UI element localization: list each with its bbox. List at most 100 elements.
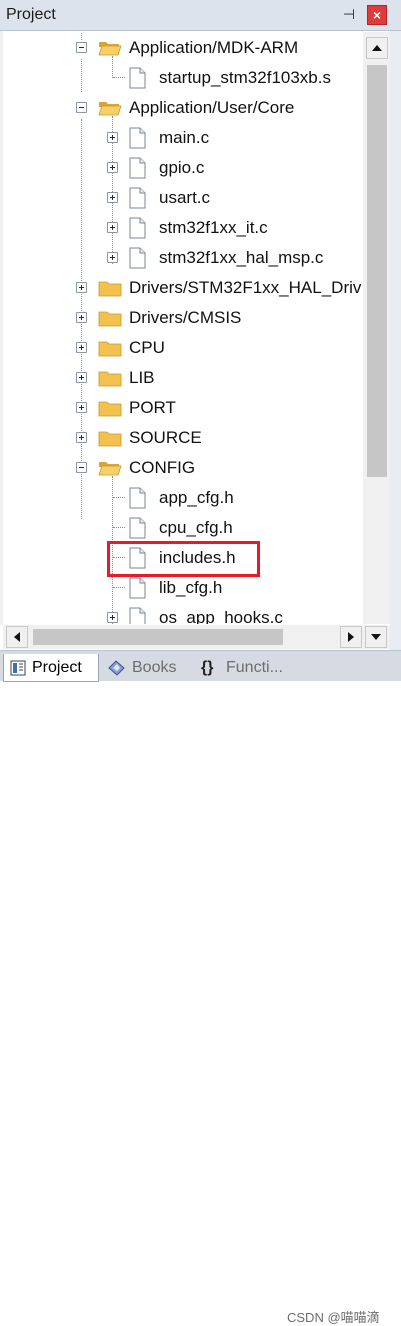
tree-item-label: Drivers/CMSIS: [129, 308, 242, 327]
tree-file-lib-cfg-h[interactable]: lib_cfg.h: [3, 573, 363, 603]
tab-label: Project: [32, 659, 82, 676]
expand-toggle-icon[interactable]: [76, 312, 87, 323]
watermark: CSDN @喵喵滴: [287, 1310, 380, 1325]
expand-toggle-icon[interactable]: [107, 162, 118, 173]
tree-folder-port[interactable]: PORT: [3, 393, 363, 423]
arrow-up-icon: [372, 45, 382, 51]
books-tab-icon: [108, 660, 125, 676]
expand-toggle-icon[interactable]: [107, 612, 118, 623]
tab-project[interactable]: Project: [3, 654, 99, 682]
tree-file-main-c[interactable]: main.c: [3, 123, 363, 153]
folder-open-icon: [98, 42, 122, 56]
vertical-scrollbar[interactable]: [363, 32, 390, 647]
project-tab-icon: [10, 660, 26, 676]
folder-open-icon: [98, 102, 122, 116]
scroll-down-button[interactable]: [365, 626, 387, 648]
scroll-right-button[interactable]: [340, 626, 362, 648]
scrollbar-thumb[interactable]: [367, 65, 387, 477]
tree-item-label: lib_cfg.h: [159, 578, 223, 597]
tree-file-cpu-cfg-h[interactable]: cpu_cfg.h: [3, 513, 363, 543]
folder-open-icon: [98, 462, 122, 476]
file-icon: [129, 157, 146, 179]
tree-item-label: stm32f1xx_hal_msp.c: [159, 248, 324, 267]
tree-folder-application-mdk-arm[interactable]: Application/MDK-ARM: [3, 33, 363, 63]
tree-item-label: stm32f1xx_it.c: [159, 218, 268, 237]
tree-file-gpio-c[interactable]: gpio.c: [3, 153, 363, 183]
arrow-right-icon: [348, 632, 354, 642]
panel-title: Project: [6, 6, 56, 23]
file-icon: [129, 187, 146, 209]
tab-functions[interactable]: {} Functi...: [196, 654, 286, 682]
tree-file-startup[interactable]: startup_stm32f103xb.s: [3, 63, 363, 93]
tree-folder-drivers-hal[interactable]: Drivers/STM32F1xx_HAL_Driv: [3, 273, 363, 303]
expand-toggle-icon[interactable]: [76, 282, 87, 293]
scroll-up-button[interactable]: [366, 37, 388, 59]
tree-item-label: PORT: [129, 398, 176, 417]
tree-file-stm32f1xx-it-c[interactable]: stm32f1xx_it.c: [3, 213, 363, 243]
folder-icon: [98, 341, 122, 357]
file-icon: [129, 217, 146, 239]
tree-folder-lib[interactable]: LIB: [3, 363, 363, 393]
folder-icon: [98, 431, 122, 447]
expand-toggle-icon[interactable]: [76, 432, 87, 443]
expand-toggle-icon[interactable]: [107, 252, 118, 263]
tree-folder-drivers-cmsis[interactable]: Drivers/CMSIS: [3, 303, 363, 333]
tree-item-label: os_app_hooks.c: [159, 608, 283, 624]
tree-item-label: gpio.c: [159, 158, 205, 177]
file-icon: [129, 577, 146, 599]
tab-label: Books: [132, 659, 177, 676]
expand-toggle-icon[interactable]: [107, 222, 118, 233]
tab-label: Functi...: [226, 659, 283, 676]
expand-toggle-icon[interactable]: [107, 132, 118, 143]
scroll-left-button[interactable]: [6, 626, 28, 648]
tree-item-label: LIB: [129, 368, 155, 387]
scrollbar-thumb[interactable]: [33, 629, 283, 645]
tree-item-label: Application/MDK-ARM: [129, 38, 299, 57]
tree-file-app-cfg-h[interactable]: app_cfg.h: [3, 483, 363, 513]
file-icon: [129, 127, 146, 149]
panel-right-edge: [390, 31, 401, 651]
tree-file-usart-c[interactable]: usart.c: [3, 183, 363, 213]
tab-books[interactable]: Books: [104, 654, 190, 682]
expand-toggle-icon[interactable]: [107, 192, 118, 203]
pin-icon[interactable]: ⊣: [342, 6, 356, 22]
tree-item-label: main.c: [159, 128, 210, 147]
collapse-toggle-icon[interactable]: [76, 102, 87, 113]
collapse-toggle-icon[interactable]: [76, 42, 87, 53]
tree-item-label: CPU: [129, 338, 165, 357]
tree-item-label: startup_stm32f103xb.s: [159, 68, 331, 87]
tree-folder-application-user-core[interactable]: Application/User/Core: [3, 93, 363, 123]
arrow-left-icon: [14, 632, 20, 642]
expand-toggle-icon[interactable]: [76, 342, 87, 353]
tree-item-label: usart.c: [159, 188, 211, 207]
tree-item-label: Application/User/Core: [129, 98, 295, 117]
tree-item-label: app_cfg.h: [159, 488, 234, 507]
tree-item-label: CONFIG: [129, 458, 196, 477]
tree-file-stm32f1xx-hal-msp-c[interactable]: stm32f1xx_hal_msp.c: [3, 243, 363, 273]
panel-titlebar: Project ⊣ ×: [0, 0, 401, 31]
file-icon: [129, 247, 146, 269]
project-tree: Application/MDK-ARM startup_stm32f103xb.…: [3, 32, 363, 624]
highlight-box: [107, 541, 260, 577]
file-icon: [129, 517, 146, 539]
tree-item-label: SOURCE: [129, 428, 202, 447]
expand-toggle-icon[interactable]: [76, 372, 87, 383]
file-icon: [129, 487, 146, 509]
horizontal-scrollbar[interactable]: [3, 625, 390, 649]
folder-icon: [98, 371, 122, 387]
folder-icon: [98, 401, 122, 417]
tree-item-label: Drivers/STM32F1xx_HAL_Driv: [129, 278, 362, 297]
folder-icon: [98, 311, 122, 327]
tree-file-os-app-hooks-c[interactable]: os_app_hooks.c: [3, 603, 363, 624]
tree-folder-source[interactable]: SOURCE: [3, 423, 363, 453]
expand-toggle-icon[interactable]: [76, 402, 87, 413]
folder-icon: [98, 281, 122, 297]
arrow-down-icon: [371, 634, 381, 640]
functions-tab-icon: {}: [201, 659, 214, 676]
tree-folder-config[interactable]: CONFIG: [3, 453, 363, 483]
tree-folder-cpu[interactable]: CPU: [3, 333, 363, 363]
tree-item-label: cpu_cfg.h: [159, 518, 233, 537]
file-icon: [129, 67, 146, 89]
close-icon[interactable]: ×: [367, 5, 387, 25]
collapse-toggle-icon[interactable]: [76, 462, 87, 473]
